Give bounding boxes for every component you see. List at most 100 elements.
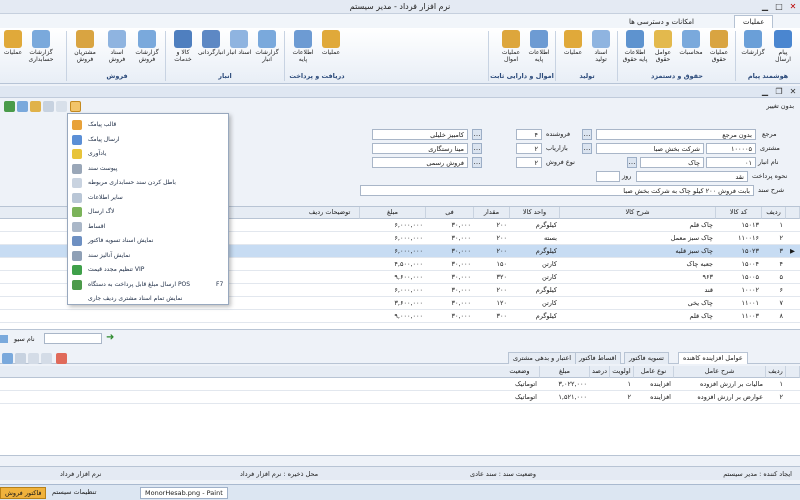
days-field[interactable] (596, 171, 620, 182)
column-header[interactable]: ردیف (766, 366, 786, 378)
table-cell[interactable]: ۳۰,۰۰۰ (426, 258, 474, 271)
table-cell[interactable]: چاک سبز قلبه (560, 245, 716, 258)
seller-picker-icon[interactable]: … (472, 129, 482, 140)
table-cell[interactable]: چاک قلم (560, 219, 716, 232)
column-header[interactable]: شرح عامل (674, 366, 766, 378)
warehouse-code-field[interactable]: ۰۱ (706, 157, 756, 168)
reference-picker-icon[interactable]: … (582, 129, 592, 140)
payment-method-field[interactable]: نقد (636, 171, 748, 182)
table-cell[interactable]: ۱ (766, 378, 786, 391)
table-cell[interactable]: ۱۵۰۱۳ (716, 219, 762, 232)
row-selector[interactable] (788, 258, 798, 271)
table-cell[interactable]: افزاینده (634, 378, 674, 391)
table-cell[interactable]: کیلوگرم (510, 310, 560, 323)
table-cell[interactable] (300, 258, 360, 271)
table-cell[interactable]: اتوماتیک (500, 378, 540, 391)
seller-name-field[interactable]: کامبیز خلیلی (372, 129, 468, 140)
table-cell[interactable]: ۱۲۰ (474, 297, 510, 310)
table-cell[interactable]: ۲۰۰ (474, 284, 510, 297)
table-cell[interactable]: ۲ (762, 232, 786, 245)
table-row[interactable]: ۱ مالیات بر ارزش افزوده افزاینده ۱ ۳,۰۲۲,۰۰۰… (0, 378, 800, 391)
table-cell[interactable]: ۹,۶۰۰,۰۰۰ (360, 271, 426, 284)
table-cell[interactable]: کارتن (510, 271, 560, 284)
table-cell[interactable]: ۱۵۰۲۳ (716, 245, 762, 258)
table-cell[interactable]: ۳۰,۰۰۰ (426, 245, 474, 258)
copy-icon[interactable] (15, 353, 26, 364)
table-cell[interactable]: ۳ (762, 245, 786, 258)
taskbar-item-settings[interactable]: تنظیمات سیستم (48, 487, 100, 499)
menu-item[interactable]: ارسال پیامک (68, 133, 228, 147)
table-cell[interactable]: ۹,۰۰۰,۰۰۰ (360, 310, 426, 323)
column-header[interactable]: اولویت (610, 366, 634, 378)
table-cell[interactable] (300, 310, 360, 323)
ribbon-button-sales-docs[interactable]: اسناد فروش (104, 30, 130, 70)
table-cell[interactable]: ۵ (762, 271, 786, 284)
menu-item[interactable]: قالب پیامک (68, 118, 228, 132)
go-arrow-icon[interactable]: ➜ (106, 333, 118, 344)
row-selector[interactable] (788, 310, 798, 323)
tab-operations[interactable]: عملیات (734, 15, 774, 28)
ribbon-button-calculations[interactable]: محاسبات (678, 30, 704, 70)
column-header[interactable]: مقدار (474, 207, 510, 219)
table-cell[interactable]: ۲ (610, 391, 634, 404)
column-header[interactable]: شرح کالا (560, 207, 716, 219)
table-cell[interactable]: ۱ (762, 219, 786, 232)
column-header[interactable]: فی (426, 207, 474, 219)
menu-item[interactable]: اقساط (68, 220, 228, 234)
table-cell[interactable]: افزاینده (634, 391, 674, 404)
save-icon[interactable] (17, 101, 28, 112)
restore-icon[interactable]: ❐ (772, 86, 786, 97)
row-selector[interactable] (788, 219, 798, 232)
table-cell[interactable]: ۲۰۰ (474, 232, 510, 245)
ribbon-button-stocktaking[interactable]: انبارگردانی (198, 30, 225, 70)
column-header[interactable]: کد کالا (716, 207, 762, 219)
customer-name-field[interactable]: شرکت بخش صبا (596, 143, 704, 154)
table-cell[interactable] (300, 284, 360, 297)
table-cell[interactable]: ۱۰۰۰۲ (716, 284, 762, 297)
tab-installments[interactable]: اقساط فاکتور (574, 352, 622, 364)
calendar-icon[interactable] (56, 353, 67, 364)
customer-code-field[interactable]: ۱۰۰۰۰۵ (706, 143, 756, 154)
table-cell[interactable]: ۶,۰۰۰,۰۰۰ (360, 232, 426, 245)
reference-field[interactable]: بدون مرجع (596, 129, 756, 140)
row-selector[interactable] (788, 232, 798, 245)
close-icon[interactable]: ✕ (786, 1, 800, 12)
table-cell[interactable]: چاک یخی (560, 297, 716, 310)
table-cell[interactable]: ۸ (762, 310, 786, 323)
minimize-icon[interactable]: ▁ (758, 1, 772, 12)
menu-item[interactable]: سایر اطلاعات (68, 191, 228, 205)
table-cell[interactable]: ۳۰۰ (474, 310, 510, 323)
table-cell[interactable]: ۴ (762, 258, 786, 271)
table-cell[interactable]: ۳۰,۰۰۰ (426, 232, 474, 245)
menu-item[interactable]: تنظیم مجدد قیمت VIP (68, 263, 228, 277)
marketer-name-field[interactable]: مینا رستگاری (372, 143, 468, 154)
table-cell[interactable]: جعبه چاک (560, 258, 716, 271)
table-cell[interactable]: کیلوگرم (510, 245, 560, 258)
table-cell[interactable] (590, 378, 610, 391)
row-selector[interactable] (788, 297, 798, 310)
seller-code-field[interactable]: ۴ (516, 129, 542, 140)
table-cell[interactable]: ۷ (762, 297, 786, 310)
table-cell[interactable]: ۶,۰۰۰,۰۰۰ (360, 245, 426, 258)
table-cell[interactable] (300, 232, 360, 245)
table-cell[interactable]: ۱۱۰۰۱۶ (716, 232, 762, 245)
table-cell[interactable]: کارتن (510, 258, 560, 271)
marketer-picker-icon[interactable]: … (472, 143, 482, 154)
minimize-icon[interactable]: ▁ (758, 86, 772, 97)
table-cell[interactable]: اتوماتیک (500, 391, 540, 404)
ribbon-button-reports[interactable]: گزارشات (740, 30, 766, 70)
table-cell[interactable] (300, 297, 360, 310)
table-cell[interactable] (300, 271, 360, 284)
save-icon[interactable] (2, 353, 13, 364)
table-cell[interactable]: ۱۵۰ (474, 258, 510, 271)
table-cell[interactable]: ۲ (766, 391, 786, 404)
tab-credit[interactable]: اعتبار و بدهی مشتری (508, 352, 577, 364)
table-cell[interactable]: ۱۵۰۰۵ (716, 271, 762, 284)
print-icon[interactable] (43, 101, 54, 112)
customer-picker-icon[interactable]: … (582, 143, 592, 154)
ribbon-button-treasury-ops[interactable]: عملیات (318, 30, 344, 70)
close-icon[interactable]: ✕ (786, 86, 800, 97)
table-cell[interactable]: چاک قلم (560, 310, 716, 323)
table-cell[interactable]: ۱۱۰۰۳ (716, 310, 762, 323)
taskbar-item-invoice[interactable]: فاکتور فروش (0, 487, 47, 499)
